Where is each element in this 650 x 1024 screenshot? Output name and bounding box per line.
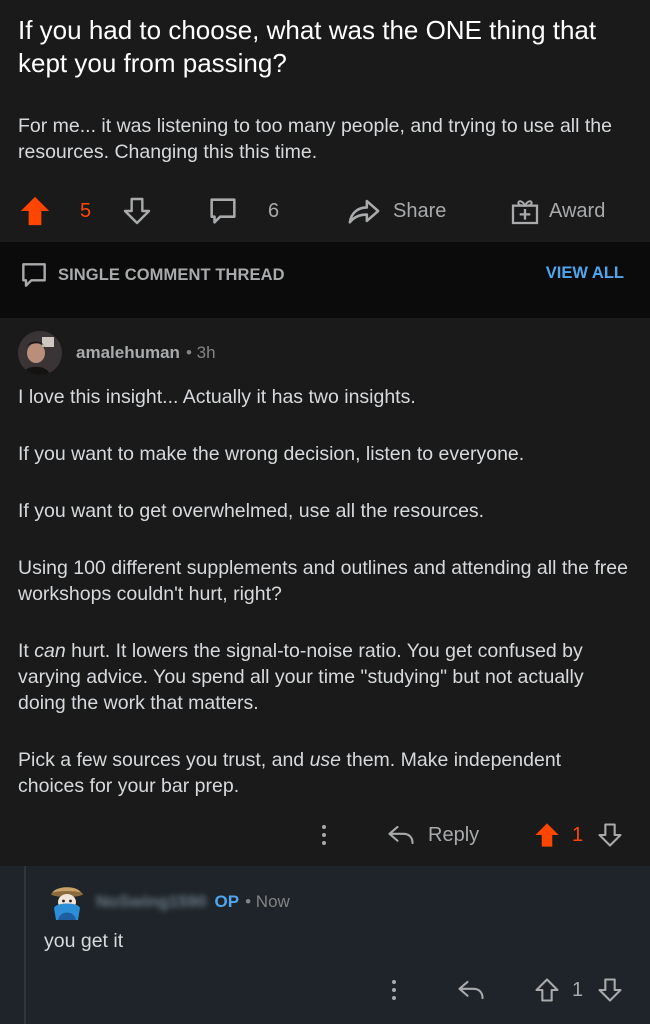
more-vertical-icon [314, 822, 334, 848]
reply-header: NoSwing1590 OP • Now [48, 880, 290, 924]
post-card: If you had to choose, what was the ONE t… [0, 0, 650, 242]
more-vertical-icon [384, 977, 404, 1003]
post-title: If you had to choose, what was the ONE t… [18, 15, 597, 78]
reply-to-reply-button[interactable] [456, 968, 486, 1012]
reply-button[interactable]: Reply [386, 813, 479, 857]
arrow-up-icon [533, 821, 561, 849]
reply-arrow-icon [386, 822, 416, 848]
comment-header: amalehuman • 3h [18, 330, 216, 376]
arrow-up-icon [533, 976, 561, 1004]
reply-time: Now [255, 892, 290, 911]
reply-label: Reply [428, 823, 480, 846]
comment-username[interactable]: amalehuman [76, 343, 180, 363]
emphasis-text: use [309, 749, 342, 771]
post-action-bar: 5 6 Share Award [0, 186, 650, 236]
reply-username[interactable]: NoSwing1590 [96, 892, 207, 912]
comment-downvote-button[interactable] [596, 813, 624, 857]
reply-upvote-button[interactable] [533, 968, 561, 1012]
post-comments-button[interactable] [206, 186, 240, 236]
comment-time: 3h [196, 343, 216, 362]
emphasis-text: can [34, 640, 66, 662]
arrow-down-icon [596, 821, 624, 849]
comment-vote-count: 1 [572, 823, 584, 846]
text-run: It [18, 640, 35, 662]
comment-upvote-button[interactable] [533, 813, 561, 857]
comment-paragraph: Pick a few sources you trust, and use th… [18, 747, 630, 799]
reply-vote-count: 1 [572, 978, 584, 1001]
reply-meta: • Now [245, 892, 290, 911]
post-vote-count: 5 [80, 199, 92, 222]
post-comment-count: 6 [268, 199, 280, 222]
reply-downvote-button[interactable] [596, 968, 624, 1012]
share-button[interactable]: Share [345, 186, 446, 236]
share-label: Share [393, 199, 447, 222]
share-arrow-icon [345, 194, 383, 228]
comment-paragraph: I love this insight... Actually it has t… [18, 386, 416, 408]
avatar[interactable] [48, 880, 86, 924]
comment-paragraph: If you want to get overwhelmed, use all … [18, 500, 485, 522]
avatar[interactable] [18, 331, 62, 375]
text-run: Pick a few sources you trust, and [18, 749, 310, 771]
arrow-down-icon [596, 976, 624, 1004]
comment-paragraph: It can hurt. It lowers the signal-to-noi… [18, 638, 630, 716]
gift-award-icon [509, 195, 541, 227]
comment-paragraph: Using 100 different supplements and outl… [18, 557, 628, 605]
op-badge: OP [214, 892, 240, 911]
reply-arrow-icon [456, 977, 486, 1003]
comment-bubble-icon [18, 259, 50, 291]
reply-action-bar: 1 [0, 968, 650, 1012]
arrow-up-icon [18, 194, 52, 228]
reply-comment: NoSwing1590 OP • Now you get it 1 [0, 866, 650, 1024]
comment-bubble-icon [206, 194, 240, 228]
award-label: Award [549, 199, 606, 222]
post-downvote-button[interactable] [121, 186, 153, 236]
comment-body: I love this insight... Actually it has t… [18, 384, 630, 830]
view-all-link[interactable]: VIEW ALL [546, 264, 624, 283]
comment-meta: • 3h [185, 343, 216, 362]
thread-bar: SINGLE COMMENT THREAD VIEW ALL [0, 242, 650, 318]
reply-body: you get it [44, 930, 124, 952]
comment-paragraph: If you want to make the wrong decision, … [18, 443, 525, 465]
single-thread-indicator: SINGLE COMMENT THREAD [18, 258, 285, 292]
thread-label: SINGLE COMMENT THREAD [58, 265, 285, 284]
text-run: hurt. It lowers the signal-to-noise rati… [18, 640, 584, 714]
arrow-down-icon [121, 195, 153, 227]
post-body: For me... it was listening to too many p… [18, 115, 612, 163]
comment-action-bar: Reply 1 [0, 813, 650, 857]
comment: amalehuman • 3h I love this insight... A… [0, 318, 650, 866]
reply-more-button[interactable] [384, 968, 404, 1012]
post-upvote-button[interactable] [18, 186, 52, 236]
comment-more-button[interactable] [314, 813, 334, 857]
award-button[interactable]: Award [509, 186, 605, 236]
